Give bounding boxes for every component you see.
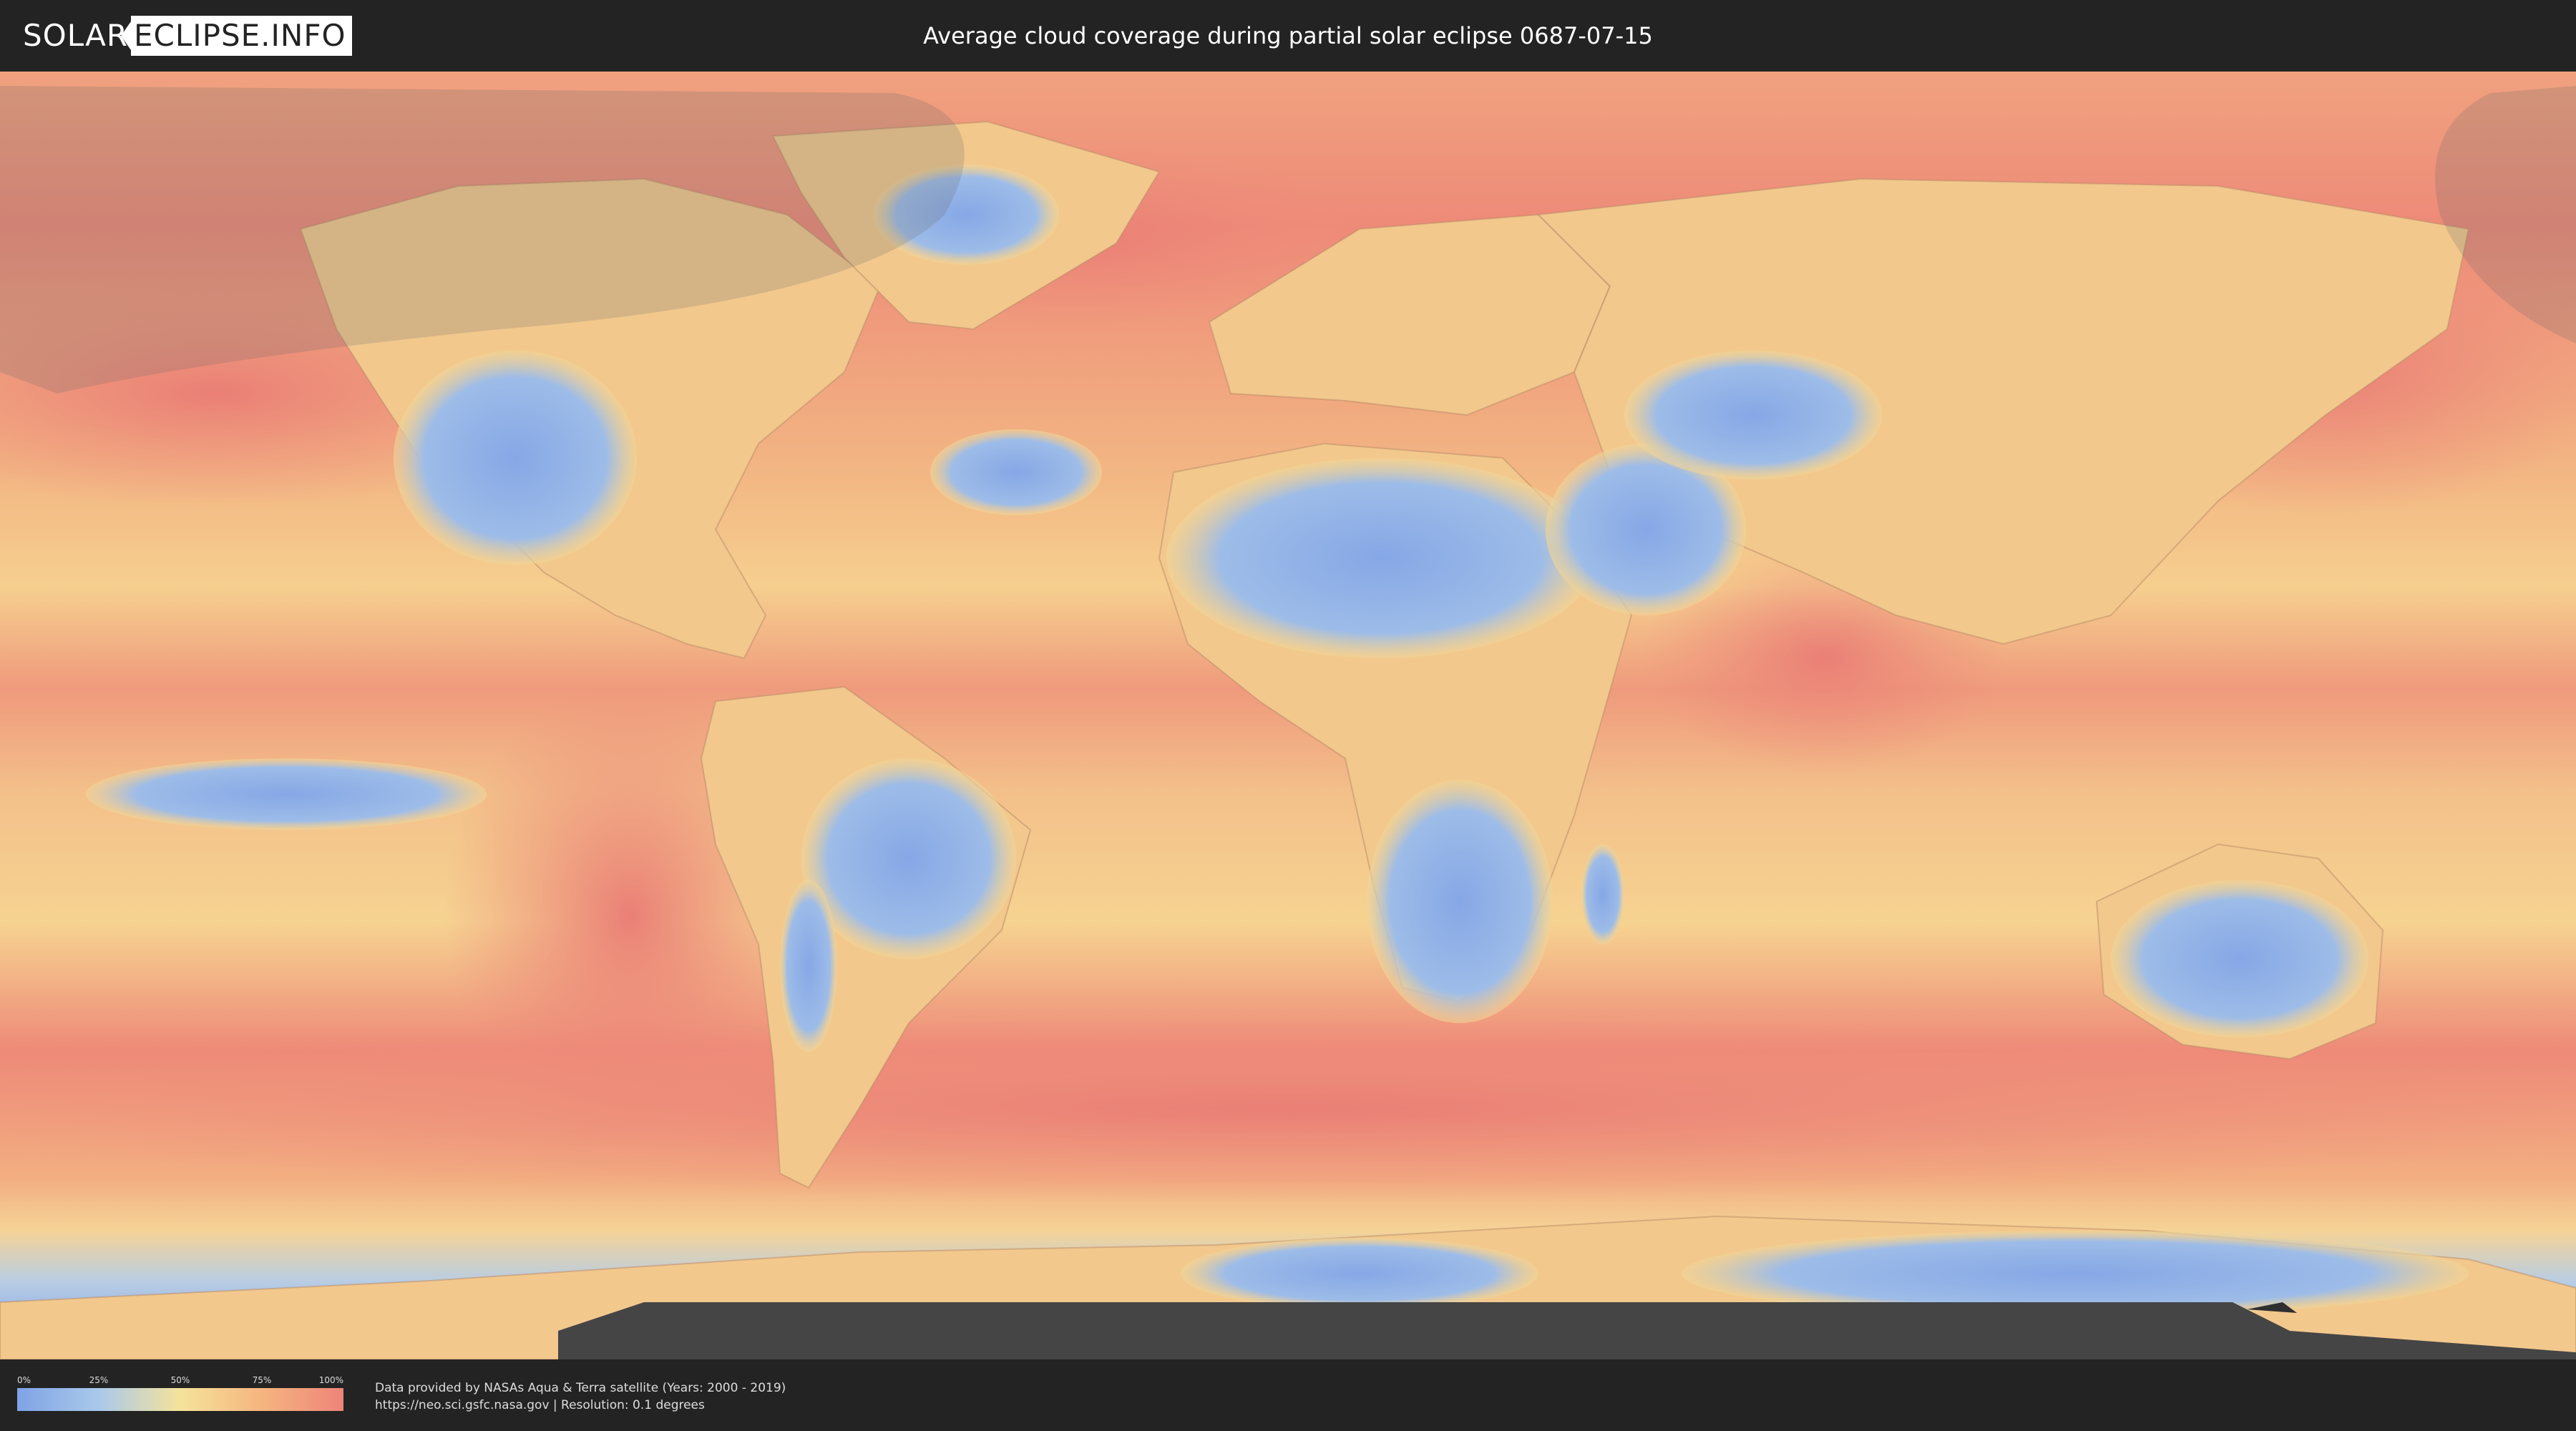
footer-bar: 0% 25% 50% 75% 100% Data provided by NAS… (0, 1359, 2576, 1431)
legend-tick-50: 50% (170, 1375, 190, 1385)
clear-sahara (1166, 458, 1596, 658)
page-title: Average cloud coverage during partial so… (923, 22, 1653, 49)
cloud-coverage-map[interactable] (0, 72, 2576, 1359)
credit-line-2: https://neo.sci.gsfc.nasa.gov | Resoluti… (375, 1398, 705, 1412)
clear-madagascar (1581, 844, 1624, 944)
legend-tick-75: 75% (252, 1375, 272, 1385)
clear-australia (2111, 880, 2368, 1037)
clear-south-pacific (86, 758, 487, 830)
cloud-coverage-legend: 0% 25% 50% 75% 100% (17, 1375, 343, 1411)
clear-central-asia (1624, 351, 1882, 479)
clear-mid-atlantic (930, 429, 1102, 515)
header-bar: SOLAR ECLIPSE.INFO Average cloud coverag… (0, 0, 2576, 72)
legend-tick-100: 100% (318, 1375, 343, 1385)
clear-west-antarctica (1181, 1238, 1538, 1309)
clear-andes (780, 880, 837, 1052)
clear-southern-africa (1367, 780, 1553, 1023)
credit-line-1: Data provided by NASAs Aqua & Terra sate… (375, 1381, 786, 1395)
legend-tick-0: 0% (17, 1375, 31, 1385)
legend-color-bar (17, 1388, 343, 1411)
world-map (0, 72, 2576, 1359)
data-credit: Data provided by NASAs Aqua & Terra sate… (375, 1379, 786, 1414)
clear-us-southwest (394, 351, 637, 565)
legend-tick-labels: 0% 25% 50% 75% 100% (17, 1375, 343, 1388)
legend-tick-25: 25% (89, 1375, 109, 1385)
